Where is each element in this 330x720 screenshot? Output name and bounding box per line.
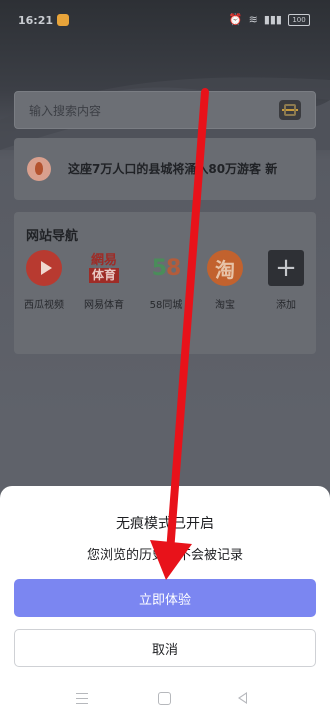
search-placeholder: 输入搜索内容: [29, 104, 102, 118]
incognito-dialog: 无痕模式已开启 您浏览的历史将不会被记录 立即体验 取消: [0, 486, 330, 720]
menu-icon[interactable]: [76, 693, 88, 704]
status-icons: ⏰ ≋ ▮▮▮ 100: [229, 13, 310, 26]
try-now-button[interactable]: 立即体验: [14, 579, 316, 617]
58-logo-eight: 8: [166, 255, 181, 281]
wifi-icon: ≋: [248, 13, 258, 26]
signal-icon: ▮▮▮: [263, 13, 282, 26]
site-nav-label: 网易体育: [84, 300, 124, 311]
news-headline: 这座7万人口的县城将涌入80万游客 新: [68, 162, 278, 176]
home-icon[interactable]: [158, 692, 171, 705]
site-nav-item-netease-sports[interactable]: 網易 体育 网易体育: [74, 250, 134, 311]
status-bar: 16:21 ⏰ ≋ ▮▮▮ 100: [0, 0, 330, 36]
site-nav-label: 西瓜视频: [24, 300, 64, 311]
taobao-icon: 淘: [207, 250, 243, 286]
notification-app-icon: [57, 14, 69, 26]
site-nav-item-58[interactable]: 58 58同城: [136, 250, 196, 312]
scan-icon[interactable]: [279, 100, 301, 120]
add-icon: +: [268, 250, 304, 286]
site-nav-label: 添加: [276, 300, 296, 311]
dialog-message: 您浏览的历史将不会被记录: [86, 548, 243, 563]
58-logo-five: 5: [151, 255, 167, 281]
site-nav-label: 58同城: [149, 300, 183, 311]
battery-icon: 100: [288, 13, 310, 26]
news-badge: 新: [265, 162, 278, 176]
status-time: 16:21: [18, 14, 54, 27]
netease-logo-bottom: 体育: [88, 268, 119, 283]
system-navigation-bar: [0, 686, 330, 716]
news-card[interactable]: 这座7万人口的县城将涌入80万游客 新: [14, 138, 316, 200]
site-navigation: 网站导航 西瓜视频 網易 体育 网易体育 58 58同城 淘 淘宝 + 添加: [14, 212, 316, 354]
search-input[interactable]: 输入搜索内容: [14, 91, 316, 129]
netease-logo-top: 網易: [90, 253, 117, 268]
back-icon[interactable]: [238, 692, 247, 704]
alarm-icon: ⏰: [228, 13, 243, 26]
site-nav-items: 西瓜视频 網易 体育 网易体育 58 58同城 淘 淘宝 + 添加: [14, 250, 316, 330]
site-nav-label: 淘宝: [215, 300, 235, 311]
dialog-title: 无痕模式已开启: [116, 516, 214, 532]
site-nav-title: 网站导航: [26, 229, 79, 244]
netease-sports-icon: 網易 体育: [86, 250, 122, 286]
xigua-video-icon: [26, 250, 62, 286]
site-nav-item-xigua[interactable]: 西瓜视频: [14, 250, 74, 311]
site-nav-item-add[interactable]: + 添加: [256, 250, 316, 311]
fire-icon: [27, 157, 51, 181]
58-tongcheng-icon: 58: [148, 250, 184, 286]
site-nav-item-taobao[interactable]: 淘 淘宝: [195, 250, 255, 311]
cancel-button[interactable]: 取消: [14, 629, 316, 667]
